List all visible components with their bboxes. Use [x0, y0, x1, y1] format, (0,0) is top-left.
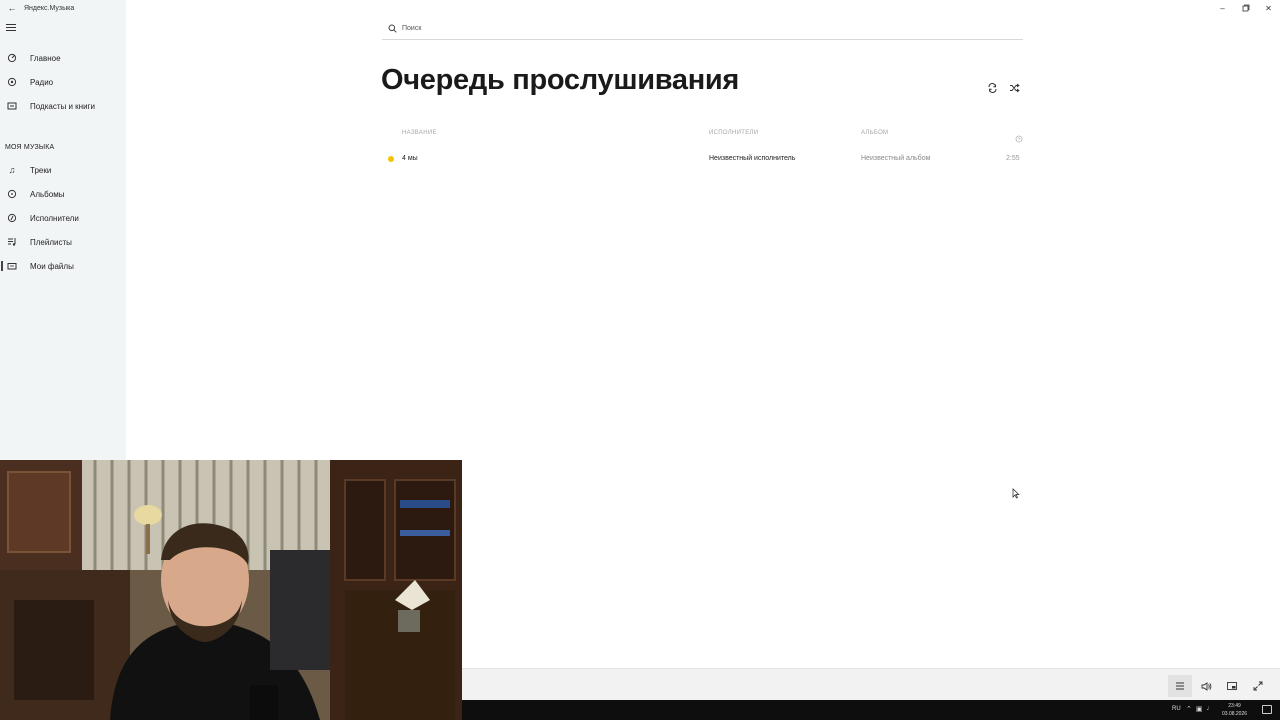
notification-icon[interactable]: [1262, 705, 1272, 714]
artist-icon: [6, 212, 18, 224]
sidebar-item-label: Треки: [30, 165, 52, 175]
podcast-icon: [6, 100, 18, 112]
app-title: Яндекс.Музыка: [24, 4, 75, 12]
volume-tray-icon[interactable]: ♩: [1207, 705, 1214, 713]
search-bar[interactable]: Поиск: [382, 18, 1023, 40]
sidebar-item-albums[interactable]: Альбомы: [0, 184, 126, 204]
track-duration: 2:55: [1006, 155, 1020, 162]
close-icon[interactable]: ✕: [1257, 0, 1280, 16]
radio-icon: [6, 76, 18, 88]
search-input[interactable]: Поиск: [402, 25, 421, 32]
sidebar-item-artists[interactable]: Исполнители: [0, 208, 126, 228]
sidebar-item-label: Альбомы: [30, 189, 65, 199]
sidebar-item-label: Главное: [30, 53, 61, 63]
mouse-cursor-icon: [1012, 486, 1020, 504]
shuffle-icon[interactable]: [1007, 81, 1021, 95]
mini-player-icon[interactable]: [1220, 675, 1244, 697]
clock-time: 23:49: [1228, 703, 1241, 709]
sidebar-item-label: Плейлисты: [30, 237, 72, 247]
home-icon: [6, 52, 18, 64]
system-tray: ⌃ ▣ ♩: [1186, 705, 1214, 713]
track-artist[interactable]: Неизвестный исполнитель: [709, 155, 795, 162]
webcam-overlay: [0, 460, 462, 720]
back-arrow-icon[interactable]: ←: [0, 3, 24, 13]
repeat-icon[interactable]: [985, 81, 999, 95]
now-playing-indicator: [388, 156, 394, 162]
restore-icon[interactable]: [1234, 0, 1257, 16]
minimize-icon[interactable]: –: [1211, 0, 1234, 16]
sidebar: ← Яндекс.Музыка Главное Радио Подкасты и…: [0, 0, 126, 460]
sidebar-item-radio[interactable]: Радио: [0, 72, 126, 92]
titlebar: ← Яндекс.Музыка: [0, 0, 75, 16]
sidebar-item-home[interactable]: Главное: [0, 48, 126, 68]
network-icon[interactable]: ▣: [1196, 705, 1203, 713]
fullscreen-icon[interactable]: [1246, 675, 1270, 697]
playlist-icon: [6, 236, 18, 248]
note-icon: ♫: [8, 165, 16, 175]
clock-date: 03.08.2026: [1222, 711, 1248, 717]
sidebar-item-label: Радио: [30, 77, 54, 87]
sidebar-item-my-files[interactable]: Мои файлы: [0, 256, 126, 276]
column-header-artists[interactable]: ИСПОЛНИТЕЛИ: [709, 130, 758, 136]
hamburger-menu-icon[interactable]: [6, 22, 18, 34]
track-title: 4 мы: [402, 155, 418, 162]
window-controls: – ✕: [1211, 0, 1280, 16]
track-album[interactable]: Неизвестный альбом: [861, 155, 930, 162]
sidebar-item-podcasts[interactable]: Подкасты и книги: [0, 96, 126, 116]
sidebar-item-label: Подкасты и книги: [30, 101, 95, 111]
clock-icon: [1015, 130, 1023, 143]
windows-taskbar: RU ⌃ ▣ ♩ 23:49 03.08.2026: [462, 700, 1280, 720]
sidebar-item-label: Исполнители: [30, 213, 79, 223]
volume-icon[interactable]: [1194, 675, 1218, 697]
album-icon: [6, 188, 18, 200]
tray-chevron-icon[interactable]: ⌃: [1186, 705, 1192, 713]
sidebar-item-tracks[interactable]: ♫ Треки: [0, 160, 126, 180]
language-indicator[interactable]: RU: [1172, 706, 1181, 712]
folder-icon: [6, 260, 18, 272]
page-title: Очередь прослушивания: [381, 64, 740, 96]
section-title-my-music: МОЯ МУЗЫКА: [5, 144, 55, 151]
column-header-album[interactable]: АЛЬБОМ: [861, 130, 888, 136]
sidebar-item-playlists[interactable]: Плейлисты: [0, 232, 126, 252]
table-row[interactable]: 4 мы Неизвестный исполнитель Неизвестный…: [382, 151, 1023, 167]
search-icon: [382, 24, 402, 33]
sidebar-item-label: Мои файлы: [30, 261, 74, 271]
player-bar: [462, 668, 1280, 701]
column-header-title[interactable]: НАЗВАНИЕ: [402, 130, 437, 136]
queue-icon[interactable]: [1168, 675, 1192, 697]
clock[interactable]: 23:49 03.08.2026: [1222, 702, 1247, 718]
